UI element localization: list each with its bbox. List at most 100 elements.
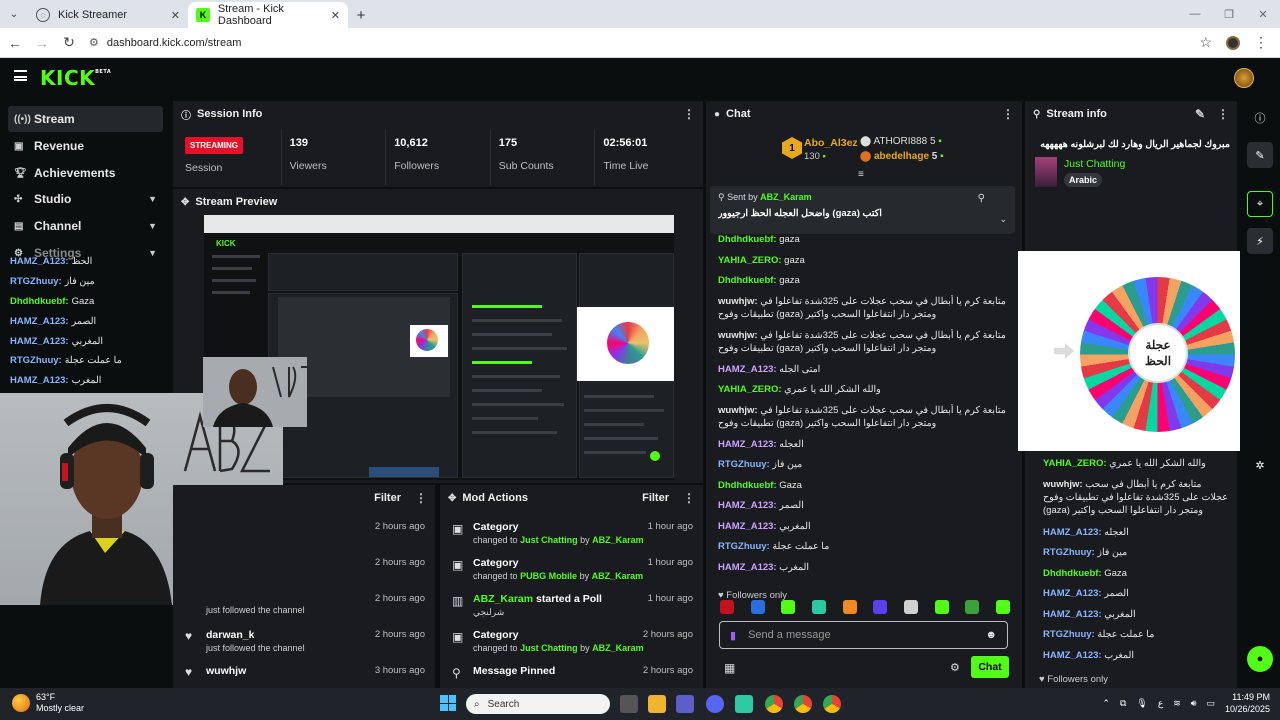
chat-username[interactable]: HAMZ_A123:: [718, 500, 777, 511]
app-icon[interactable]: [735, 695, 753, 713]
emote[interactable]: [995, 600, 1010, 614]
streamer-thumbnail: [213, 366, 307, 427]
chat-username[interactable]: RTGZhuuy:: [718, 459, 770, 470]
chrome-icon[interactable]: [823, 695, 841, 713]
close-window-icon[interactable]: ✕: [1246, 0, 1280, 28]
chat-username[interactable]: Dhdhdkuebf:: [718, 480, 777, 491]
sidebar-item-channel[interactable]: ▤ Channel ▼: [8, 213, 163, 239]
browser-menu-icon[interactable]: ⋮: [1254, 34, 1268, 51]
chat-username[interactable]: HAMZ_A123:: [718, 521, 777, 532]
teams-icon[interactable]: [676, 695, 694, 713]
action-detail: changed to Just Chatting by ABZ_Karam: [473, 643, 644, 653]
bookmark-star-icon[interactable]: ☆: [1199, 34, 1212, 51]
focus-icon[interactable]: ⌖: [1247, 191, 1273, 217]
sidebar-item-studio[interactable]: ✣ Studio ▼: [8, 186, 163, 212]
chat-settings-icon[interactable]: ⚙: [950, 661, 960, 674]
sidebar-item-revenue[interactable]: ▣ Revenue: [8, 133, 163, 159]
emote[interactable]: [934, 600, 949, 614]
chat-username[interactable]: wuwhjw:: [718, 405, 758, 416]
edit-icon[interactable]: ✎: [1247, 142, 1273, 168]
windows-start-icon[interactable]: [440, 695, 456, 711]
chevron-down-icon[interactable]: ⌄: [999, 214, 1007, 225]
lightning-icon[interactable]: ⚡︎: [1247, 228, 1273, 254]
chat-username[interactable]: wuwhjw:: [718, 330, 758, 341]
minimize-icon[interactable]: —: [1178, 0, 1212, 28]
back-icon[interactable]: ←: [3, 35, 27, 51]
volume-icon[interactable]: 🔊︎: [1191, 698, 1197, 709]
tab-search-icon[interactable]: ⌄: [0, 0, 28, 28]
emote[interactable]: [750, 600, 765, 614]
sidebar-item-achievements[interactable]: 🏆︎ Achievements: [8, 160, 163, 186]
more-options-icon[interactable]: ⋮: [683, 107, 695, 121]
emote[interactable]: [965, 600, 980, 614]
forward-icon[interactable]: →: [30, 35, 54, 51]
more-options-icon[interactable]: ⋮: [415, 491, 427, 505]
emote[interactable]: [811, 600, 826, 614]
chat-messages: Dhdhdkuebf: gaza YAHIA_ZERO: gaza Dhdhdkue…: [718, 233, 1018, 581]
chat-fab-icon[interactable]: ●: [1247, 646, 1273, 672]
filter-button[interactable]: Filter: [642, 492, 669, 504]
mic-icon[interactable]: 🎙︎: [1136, 698, 1147, 709]
emote[interactable]: [781, 600, 796, 614]
chat-username[interactable]: HAMZ_A123:: [718, 562, 777, 573]
emote[interactable]: [903, 600, 918, 614]
weather-widget[interactable]: 63°F Mostly clear: [12, 692, 84, 714]
chat-username[interactable]: YAHIA_ZERO:: [718, 384, 782, 395]
language-indicator[interactable]: ع: [1158, 698, 1163, 709]
tab-kick-streamer[interactable]: ◌ Kick Streamer ✕: [28, 2, 188, 28]
emote-bar: [720, 600, 1010, 614]
reload-icon[interactable]: ↻: [57, 34, 81, 51]
chat-message: Dhdhdkuebf: gaza: [718, 233, 1018, 254]
chat-username[interactable]: RTGZhuuy:: [718, 541, 770, 552]
more-options-icon[interactable]: ⋮: [683, 491, 695, 505]
battery-icon[interactable]: ▭: [1206, 698, 1215, 709]
chat-message-input[interactable]: [748, 629, 986, 641]
taskbar-clock[interactable]: 11:49 PM 10/26/2025: [1225, 691, 1270, 715]
chat-message: HAMZ_A123: المغربي: [1043, 608, 1228, 629]
chat-username[interactable]: YAHIA_ZERO:: [718, 255, 782, 266]
site-settings-icon[interactable]: ⚙: [89, 36, 99, 49]
close-icon[interactable]: ✕: [171, 9, 180, 22]
kick-logo[interactable]: KICKBETA: [40, 66, 111, 90]
sidebar-item-stream[interactable]: ((•)) Stream: [8, 106, 163, 132]
discord-icon[interactable]: [706, 695, 724, 713]
filter-button[interactable]: Filter: [374, 492, 401, 504]
chevron-up-icon[interactable]: ⌃: [1102, 698, 1110, 709]
emote[interactable]: [842, 600, 857, 614]
category-icon: ▣: [452, 558, 464, 572]
category-name[interactable]: Just Chatting: [1064, 158, 1125, 170]
settings-icon[interactable]: ✲: [1247, 452, 1273, 478]
edit-icon[interactable]: ✎: [1195, 107, 1205, 121]
file-explorer-icon[interactable]: [648, 695, 666, 713]
chat-username[interactable]: Dhdhdkuebf:: [718, 234, 777, 245]
tab-stream-dashboard[interactable]: K Stream - Kick Dashboard ✕: [188, 2, 348, 28]
user-avatar[interactable]: [1234, 68, 1254, 88]
store-icon[interactable]: ▦: [724, 661, 735, 675]
collapse-leaderboard-icon[interactable]: ≡: [858, 169, 864, 180]
new-tab-button[interactable]: +: [348, 2, 374, 28]
chat-username[interactable]: Dhdhdkuebf:: [718, 275, 777, 286]
hamburger-menu-icon[interactable]: [14, 70, 27, 81]
emoji-picker-icon[interactable]: ☻: [985, 629, 997, 641]
close-icon[interactable]: ✕: [331, 9, 340, 22]
chat-username[interactable]: HAMZ_A123:: [718, 364, 777, 375]
profile-avatar[interactable]: [1226, 35, 1240, 50]
chat-username[interactable]: wuwhjw:: [718, 296, 758, 307]
chrome-icon[interactable]: [794, 695, 812, 713]
taskbar-search[interactable]: ⌕ Search: [466, 694, 610, 714]
send-chat-button[interactable]: Chat: [971, 656, 1009, 678]
url-field[interactable]: ⚙ dashboard.kick.com/stream: [89, 32, 1199, 54]
maximize-icon[interactable]: ❐: [1212, 0, 1246, 28]
screen-icon[interactable]: ⧉: [1120, 698, 1126, 709]
more-options-icon[interactable]: ⋮: [1002, 107, 1014, 121]
info-icon[interactable]: ⓘ: [1247, 105, 1273, 131]
chat-username[interactable]: HAMZ_A123:: [718, 439, 777, 450]
wifi-icon[interactable]: ≋: [1173, 698, 1181, 709]
chrome-icon[interactable]: [765, 695, 783, 713]
emote[interactable]: [720, 600, 734, 614]
action-title: Category: [473, 629, 519, 641]
emote[interactable]: [873, 600, 888, 614]
more-options-icon[interactable]: ⋮: [1217, 107, 1229, 121]
task-view-icon[interactable]: [620, 695, 638, 713]
unpin-icon[interactable]: ⚲: [978, 193, 985, 204]
